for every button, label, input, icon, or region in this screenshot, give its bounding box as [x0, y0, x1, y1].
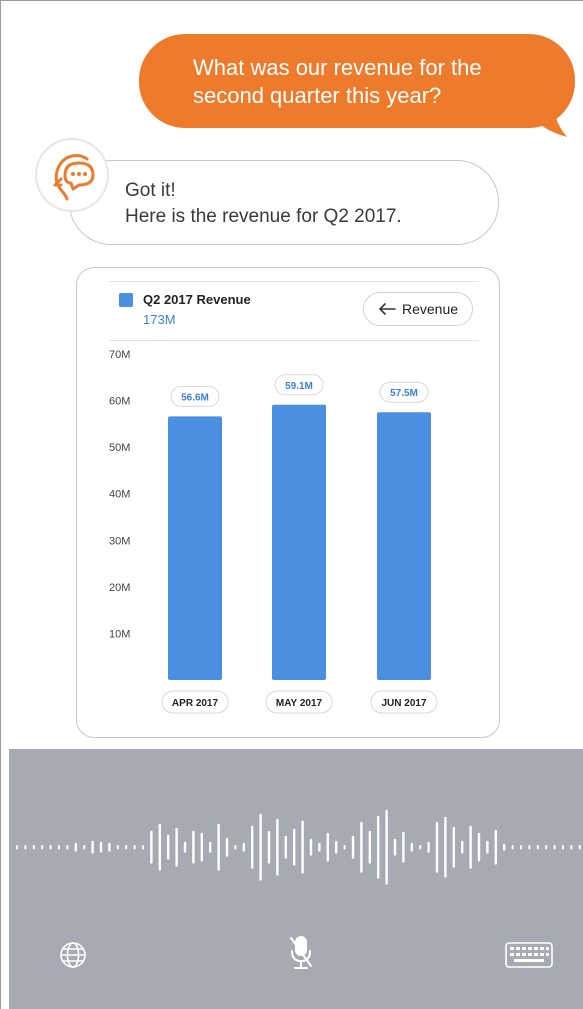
- bar: [377, 412, 431, 680]
- y-tick-label: 40M: [109, 489, 130, 501]
- bar: [168, 416, 222, 680]
- bot-message-line-1: Got it!: [125, 180, 176, 201]
- user-message-text: What was our revenue for the second quar…: [193, 55, 482, 108]
- y-tick-label: 70M: [109, 349, 130, 361]
- bot-avatar: [35, 138, 109, 212]
- y-tick-label: 30M: [109, 535, 130, 547]
- category-label: JUN 2017: [381, 698, 426, 709]
- globe-icon[interactable]: [57, 939, 89, 971]
- keyboard-icon[interactable]: [505, 942, 553, 968]
- y-tick-label: 60M: [109, 396, 130, 408]
- revenue-chart-card: Q2 2017 Revenue 173M Revenue 10M 20M 30M 40…: [76, 267, 500, 738]
- value-label: 56.6M: [181, 392, 209, 403]
- mic-off-icon[interactable]: [288, 935, 314, 971]
- category-label: APR 2017: [172, 698, 219, 709]
- value-label: 57.5M: [390, 388, 418, 399]
- bar: [272, 404, 326, 680]
- y-tick-label: 20M: [109, 582, 130, 594]
- assistant-head-chat-icon: [53, 154, 95, 201]
- revenue-bar-chart: 10M 20M 30M 40M 50M 60M 70M 56.6M APR 2017 59.1M M…: [109, 349, 438, 714]
- app-screen: What was our revenue for the second quar…: [0, 0, 583, 1009]
- user-bubble-tail: [531, 105, 567, 137]
- voice-input-panel: [9, 749, 583, 1009]
- bot-message-line-2: Here is the revenue for Q2 2017.: [125, 206, 402, 227]
- y-tick-label: 10M: [109, 628, 130, 640]
- value-label: 59.1M: [285, 381, 313, 392]
- bot-message-bubble: Got it! Here is the revenue for Q2 2017.: [69, 160, 499, 245]
- category-label: MAY 2017: [276, 698, 323, 709]
- user-message-bubble: What was our revenue for the second quar…: [139, 34, 575, 128]
- voice-waveform: [16, 809, 581, 885]
- y-tick-label: 50M: [109, 442, 130, 454]
